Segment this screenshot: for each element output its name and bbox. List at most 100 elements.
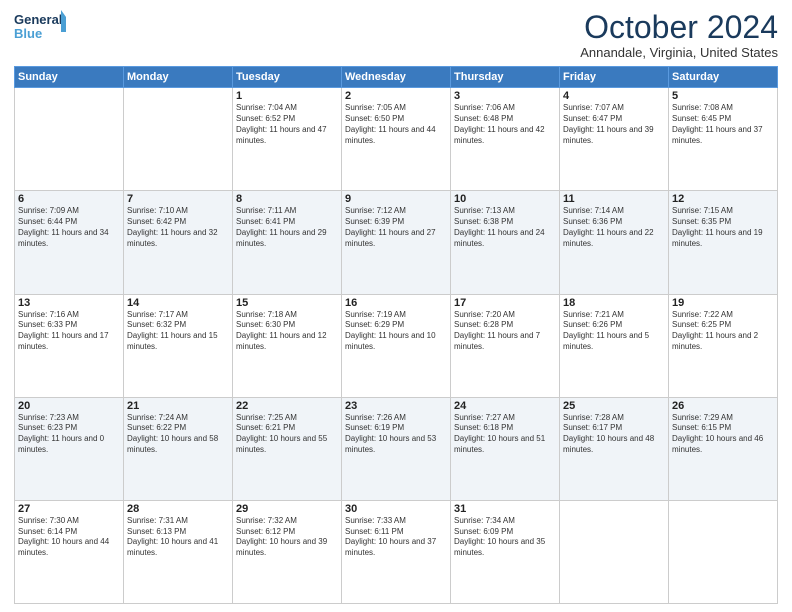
logo-svg: General Blue [14,10,66,46]
day-info: Sunrise: 7:16 AM Sunset: 6:33 PM Dayligh… [18,310,120,353]
logo: General Blue [14,10,66,46]
calendar-cell: 11Sunrise: 7:14 AM Sunset: 6:36 PM Dayli… [560,191,669,294]
day-info: Sunrise: 7:13 AM Sunset: 6:38 PM Dayligh… [454,206,556,249]
weekday-header: Saturday [669,67,778,88]
day-number: 1 [236,90,338,102]
day-number: 7 [127,193,229,205]
day-info: Sunrise: 7:09 AM Sunset: 6:44 PM Dayligh… [18,206,120,249]
calendar-cell: 27Sunrise: 7:30 AM Sunset: 6:14 PM Dayli… [15,500,124,603]
day-number: 19 [672,297,774,309]
calendar-cell: 8Sunrise: 7:11 AM Sunset: 6:41 PM Daylig… [233,191,342,294]
calendar-cell: 30Sunrise: 7:33 AM Sunset: 6:11 PM Dayli… [342,500,451,603]
calendar-cell: 7Sunrise: 7:10 AM Sunset: 6:42 PM Daylig… [124,191,233,294]
calendar-cell: 14Sunrise: 7:17 AM Sunset: 6:32 PM Dayli… [124,294,233,397]
calendar-week-row: 27Sunrise: 7:30 AM Sunset: 6:14 PM Dayli… [15,500,778,603]
day-number: 9 [345,193,447,205]
weekday-header: Monday [124,67,233,88]
calendar-cell: 18Sunrise: 7:21 AM Sunset: 6:26 PM Dayli… [560,294,669,397]
day-number: 2 [345,90,447,102]
day-number: 13 [18,297,120,309]
day-info: Sunrise: 7:07 AM Sunset: 6:47 PM Dayligh… [563,103,665,146]
day-info: Sunrise: 7:10 AM Sunset: 6:42 PM Dayligh… [127,206,229,249]
day-info: Sunrise: 7:05 AM Sunset: 6:50 PM Dayligh… [345,103,447,146]
calendar-table: SundayMondayTuesdayWednesdayThursdayFrid… [14,66,778,604]
calendar-cell: 20Sunrise: 7:23 AM Sunset: 6:23 PM Dayli… [15,397,124,500]
calendar-cell: 16Sunrise: 7:19 AM Sunset: 6:29 PM Dayli… [342,294,451,397]
calendar-cell: 9Sunrise: 7:12 AM Sunset: 6:39 PM Daylig… [342,191,451,294]
day-info: Sunrise: 7:27 AM Sunset: 6:18 PM Dayligh… [454,413,556,456]
day-number: 18 [563,297,665,309]
calendar-cell: 22Sunrise: 7:25 AM Sunset: 6:21 PM Dayli… [233,397,342,500]
day-number: 4 [563,90,665,102]
calendar-cell: 23Sunrise: 7:26 AM Sunset: 6:19 PM Dayli… [342,397,451,500]
calendar-cell: 24Sunrise: 7:27 AM Sunset: 6:18 PM Dayli… [451,397,560,500]
calendar-cell: 31Sunrise: 7:34 AM Sunset: 6:09 PM Dayli… [451,500,560,603]
day-number: 26 [672,400,774,412]
weekday-header-row: SundayMondayTuesdayWednesdayThursdayFrid… [15,67,778,88]
day-info: Sunrise: 7:33 AM Sunset: 6:11 PM Dayligh… [345,516,447,559]
calendar-cell: 26Sunrise: 7:29 AM Sunset: 6:15 PM Dayli… [669,397,778,500]
weekday-header: Tuesday [233,67,342,88]
calendar-week-row: 1Sunrise: 7:04 AM Sunset: 6:52 PM Daylig… [15,88,778,191]
calendar-cell: 12Sunrise: 7:15 AM Sunset: 6:35 PM Dayli… [669,191,778,294]
day-number: 8 [236,193,338,205]
day-info: Sunrise: 7:08 AM Sunset: 6:45 PM Dayligh… [672,103,774,146]
day-info: Sunrise: 7:24 AM Sunset: 6:22 PM Dayligh… [127,413,229,456]
weekday-header: Wednesday [342,67,451,88]
day-number: 23 [345,400,447,412]
day-info: Sunrise: 7:31 AM Sunset: 6:13 PM Dayligh… [127,516,229,559]
day-number: 31 [454,503,556,515]
calendar-cell: 2Sunrise: 7:05 AM Sunset: 6:50 PM Daylig… [342,88,451,191]
day-info: Sunrise: 7:23 AM Sunset: 6:23 PM Dayligh… [18,413,120,456]
calendar-cell: 29Sunrise: 7:32 AM Sunset: 6:12 PM Dayli… [233,500,342,603]
day-number: 5 [672,90,774,102]
weekday-header: Friday [560,67,669,88]
day-info: Sunrise: 7:11 AM Sunset: 6:41 PM Dayligh… [236,206,338,249]
day-info: Sunrise: 7:04 AM Sunset: 6:52 PM Dayligh… [236,103,338,146]
calendar-cell: 13Sunrise: 7:16 AM Sunset: 6:33 PM Dayli… [15,294,124,397]
subtitle: Annandale, Virginia, United States [580,45,778,60]
day-number: 30 [345,503,447,515]
calendar-week-row: 6Sunrise: 7:09 AM Sunset: 6:44 PM Daylig… [15,191,778,294]
calendar-cell: 1Sunrise: 7:04 AM Sunset: 6:52 PM Daylig… [233,88,342,191]
svg-text:Blue: Blue [14,26,42,41]
day-info: Sunrise: 7:20 AM Sunset: 6:28 PM Dayligh… [454,310,556,353]
calendar-cell: 15Sunrise: 7:18 AM Sunset: 6:30 PM Dayli… [233,294,342,397]
day-info: Sunrise: 7:25 AM Sunset: 6:21 PM Dayligh… [236,413,338,456]
day-number: 21 [127,400,229,412]
day-number: 24 [454,400,556,412]
calendar-week-row: 20Sunrise: 7:23 AM Sunset: 6:23 PM Dayli… [15,397,778,500]
day-info: Sunrise: 7:28 AM Sunset: 6:17 PM Dayligh… [563,413,665,456]
page: General Blue October 2024 Annandale, Vir… [0,0,792,612]
day-info: Sunrise: 7:32 AM Sunset: 6:12 PM Dayligh… [236,516,338,559]
day-number: 12 [672,193,774,205]
day-number: 15 [236,297,338,309]
calendar-cell: 10Sunrise: 7:13 AM Sunset: 6:38 PM Dayli… [451,191,560,294]
day-number: 6 [18,193,120,205]
day-info: Sunrise: 7:15 AM Sunset: 6:35 PM Dayligh… [672,206,774,249]
day-number: 20 [18,400,120,412]
day-info: Sunrise: 7:14 AM Sunset: 6:36 PM Dayligh… [563,206,665,249]
day-info: Sunrise: 7:29 AM Sunset: 6:15 PM Dayligh… [672,413,774,456]
calendar-cell: 3Sunrise: 7:06 AM Sunset: 6:48 PM Daylig… [451,88,560,191]
weekday-header: Sunday [15,67,124,88]
day-number: 14 [127,297,229,309]
main-title: October 2024 [580,10,778,45]
day-info: Sunrise: 7:34 AM Sunset: 6:09 PM Dayligh… [454,516,556,559]
day-number: 29 [236,503,338,515]
calendar-cell: 6Sunrise: 7:09 AM Sunset: 6:44 PM Daylig… [15,191,124,294]
calendar-cell: 5Sunrise: 7:08 AM Sunset: 6:45 PM Daylig… [669,88,778,191]
day-info: Sunrise: 7:17 AM Sunset: 6:32 PM Dayligh… [127,310,229,353]
day-info: Sunrise: 7:30 AM Sunset: 6:14 PM Dayligh… [18,516,120,559]
day-number: 16 [345,297,447,309]
calendar-cell [15,88,124,191]
weekday-header: Thursday [451,67,560,88]
day-info: Sunrise: 7:21 AM Sunset: 6:26 PM Dayligh… [563,310,665,353]
day-number: 10 [454,193,556,205]
calendar-cell [669,500,778,603]
day-number: 27 [18,503,120,515]
calendar-week-row: 13Sunrise: 7:16 AM Sunset: 6:33 PM Dayli… [15,294,778,397]
header: General Blue October 2024 Annandale, Vir… [14,10,778,60]
calendar-cell: 25Sunrise: 7:28 AM Sunset: 6:17 PM Dayli… [560,397,669,500]
day-info: Sunrise: 7:12 AM Sunset: 6:39 PM Dayligh… [345,206,447,249]
